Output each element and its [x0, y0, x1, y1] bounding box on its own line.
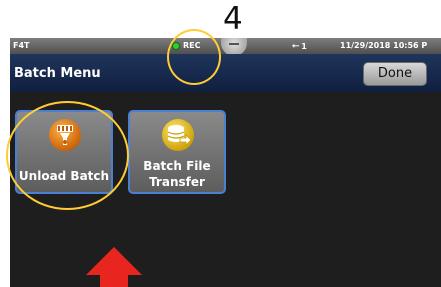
tile-label-line2: Transfer: [149, 175, 205, 189]
up-arrow-icon: [86, 247, 142, 287]
title-bar: Batch Menu Done: [10, 54, 441, 92]
status-bar: F4T REC ⭠ 1 11/29/2018 10:56 P: [10, 38, 441, 56]
unload-highlight-circle: [6, 101, 129, 210]
callout-number: 4: [223, 1, 243, 37]
usb-status: ⭠ 1: [292, 41, 307, 51]
usb-icon: ⭠: [292, 41, 300, 51]
batch-file-transfer-button[interactable]: Batch File Transfer: [128, 110, 226, 194]
batch-file-transfer-icon: [162, 119, 194, 151]
datetime: 11/29/2018 10:56 P: [340, 41, 428, 50]
done-button[interactable]: Done: [363, 62, 427, 86]
tile-label-line1: Batch File: [143, 159, 211, 173]
page-title: Batch Menu: [14, 66, 101, 81]
usb-count: 1: [301, 41, 307, 51]
model-label: F4T: [13, 41, 30, 50]
rec-highlight-circle: [167, 29, 221, 85]
